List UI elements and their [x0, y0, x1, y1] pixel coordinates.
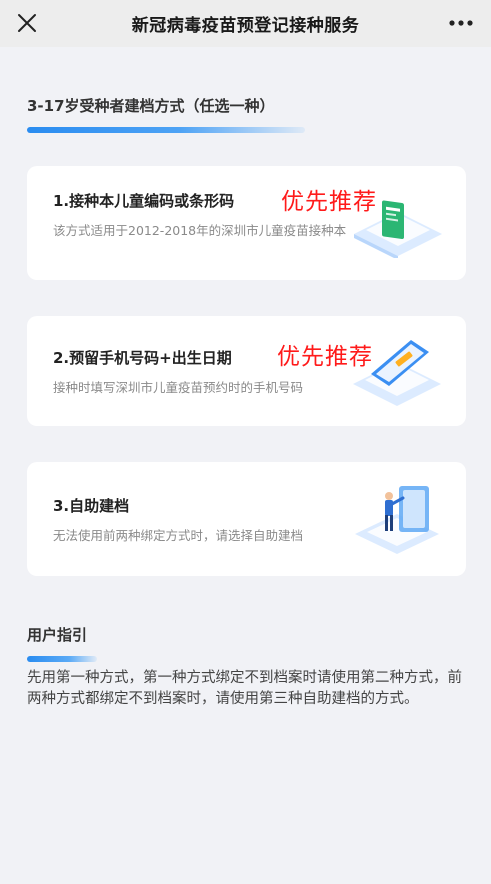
self-service-person-icon: [349, 482, 445, 560]
section-underline: [27, 127, 305, 133]
more-icon[interactable]: [443, 6, 479, 40]
card-description: 接种时填写深圳市儿童疫苗预约时的手机号码: [53, 380, 304, 395]
option-card-barcode[interactable]: 1.接种本儿童编码或条形码 该方式适用于2012-2018年的深圳市儿童疫苗接种…: [27, 166, 466, 280]
option-card-self-service[interactable]: 3.自助建档 无法使用前两种绑定方式时，请选择自助建档: [27, 462, 466, 576]
guide-title: 用户指引: [27, 626, 88, 644]
page-title: 新冠病毒疫苗预登记接种服务: [131, 16, 360, 36]
card-title: 3.自助建档: [53, 497, 130, 515]
card-title: 1.接种本儿童编码或条形码: [53, 192, 235, 210]
guide-text: 先用第一种方式，第一种方式绑定不到档案时请使用第二种方式，前两种方式都绑定不到档…: [27, 670, 462, 707]
card-title: 2.预留手机号码+出生日期: [53, 349, 232, 367]
recommend-badge: 优先推荐: [281, 189, 377, 215]
guide-underline: [27, 656, 97, 662]
card-description: 无法使用前两种绑定方式时，请选择自助建档: [53, 528, 304, 543]
section-title: 3-17岁受种者建档方式（任选一种）: [27, 97, 275, 115]
top-bar: 新冠病毒疫苗预登记接种服务: [0, 0, 491, 47]
option-card-phone[interactable]: 2.预留手机号码+出生日期 接种时填写深圳市儿童疫苗预约时的手机号码 优先推荐: [27, 316, 466, 426]
recommend-badge: 优先推荐: [277, 344, 373, 370]
close-icon[interactable]: [10, 6, 44, 40]
card-description: 该方式适用于2012-2018年的深圳市儿童疫苗接种本: [53, 223, 347, 238]
